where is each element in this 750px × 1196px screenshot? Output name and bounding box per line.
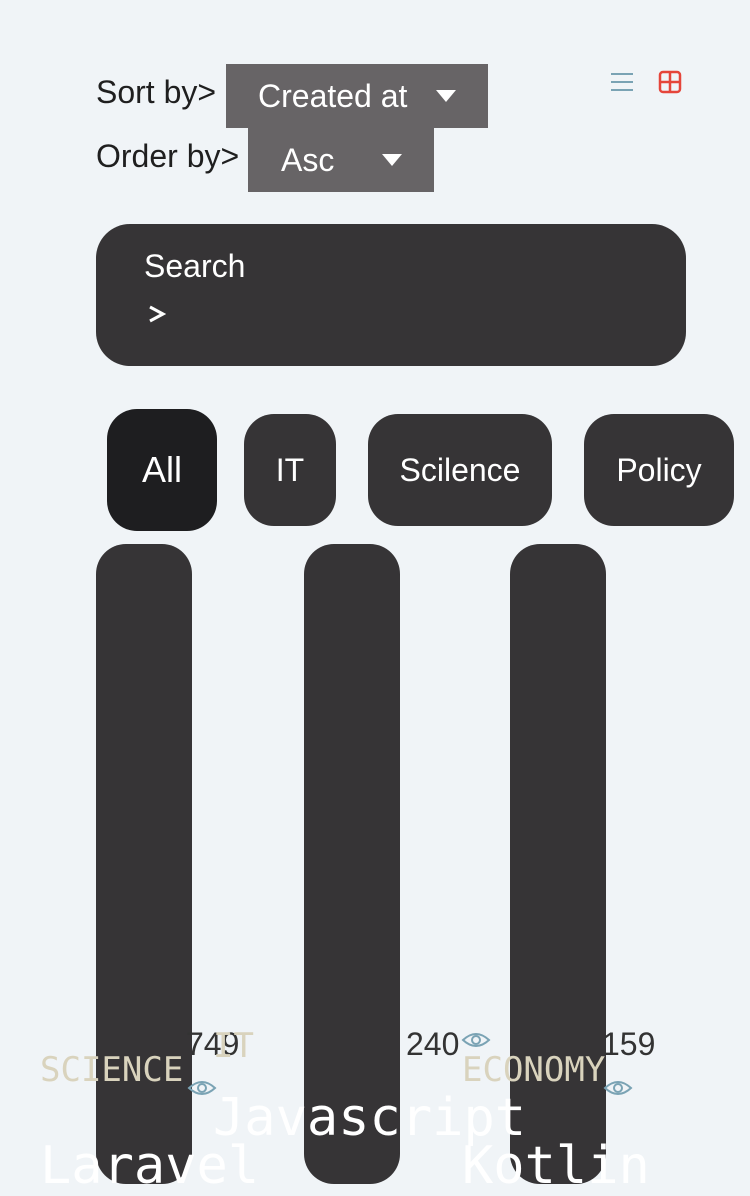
- sort-by-label: Sort by>: [96, 74, 217, 110]
- list-icon[interactable]: [610, 72, 634, 92]
- order-by-value: Asc: [281, 141, 335, 178]
- sort-by-select[interactable]: Created at: [226, 64, 488, 128]
- sort-by-value: Created at: [258, 77, 408, 114]
- card-category: ECONOMY: [462, 1050, 606, 1090]
- search-label: Search: [144, 248, 246, 284]
- search-box[interactable]: Search: [96, 224, 686, 366]
- filter-chip-it[interactable]: IT: [244, 414, 336, 526]
- order-by-select[interactable]: Asc: [248, 128, 434, 192]
- card-category: SCIENCE: [40, 1050, 184, 1090]
- chevron-down-icon: [382, 154, 402, 166]
- eye-icon: [603, 1081, 633, 1095]
- card-category: IT: [213, 1026, 254, 1066]
- chevron-down-icon: [436, 90, 456, 102]
- order-by-label: Order by>: [96, 138, 240, 174]
- filter-chip-all[interactable]: All: [107, 409, 217, 531]
- card-title: Kotlin: [462, 1136, 650, 1196]
- filter-chip-policy[interactable]: Policy: [584, 414, 734, 526]
- view-count: 240: [406, 1026, 460, 1062]
- view-count: 159: [602, 1026, 656, 1062]
- prompt-chevron-icon: [149, 305, 166, 323]
- eye-icon: [461, 1033, 491, 1047]
- grid-icon[interactable]: [658, 70, 682, 94]
- filter-chip-scilence[interactable]: Scilence: [368, 414, 552, 526]
